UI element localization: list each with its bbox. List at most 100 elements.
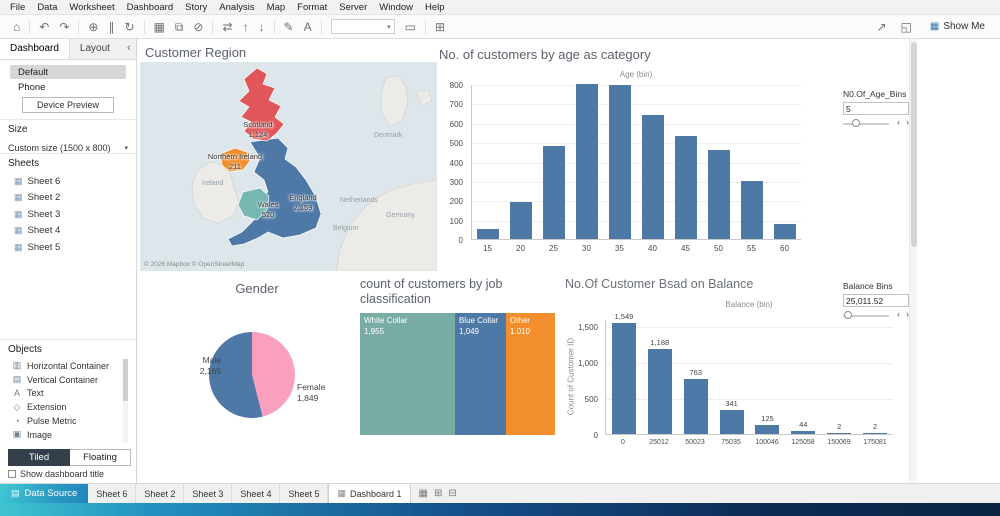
menu-worksheet[interactable]: Worksheet <box>63 2 120 13</box>
new-worksheet-icon[interactable]: ▦ <box>149 21 170 33</box>
show-dashboard-title-checkbox[interactable] <box>8 470 16 478</box>
menu-analysis[interactable]: Analysis <box>213 2 260 13</box>
clear-sheet-icon[interactable]: ⊘ <box>188 21 208 33</box>
device-default[interactable]: Default <box>10 65 126 79</box>
home-icon[interactable]: ⌂ <box>8 21 25 33</box>
age-bar[interactable] <box>707 149 730 239</box>
balance-bar[interactable] <box>827 433 852 434</box>
gender-pie-chart[interactable] <box>209 332 295 418</box>
new-dashboard-tab-icon[interactable]: ⊞ <box>433 488 443 499</box>
fit-dropdown[interactable]: ▾ <box>330 19 395 34</box>
fix-axes-icon[interactable]: ▭ <box>400 21 421 33</box>
treemap-other[interactable]: Other 1,010 <box>505 313 555 435</box>
device-preview-button[interactable]: Device Preview <box>22 97 114 113</box>
slider-decrement-icon[interactable]: ‹ <box>897 309 900 319</box>
tab-sheet-6[interactable]: Sheet 6 <box>88 484 137 503</box>
run-update-icon[interactable]: ↻ <box>119 21 139 33</box>
object-image[interactable]: ▣ Image <box>8 428 128 442</box>
tab-sheet-5[interactable]: Sheet 5 <box>280 484 329 503</box>
object-extension[interactable]: ◇ Extension <box>8 400 128 414</box>
sheet-tab-bar: ▤ Data Source Sheet 6 Sheet 2 Sheet 3 Sheet… <box>0 483 1000 503</box>
tab-sheet-2[interactable]: Sheet 2 <box>136 484 185 503</box>
balance-bar[interactable] <box>791 430 816 434</box>
age-bar[interactable] <box>740 180 763 239</box>
tab-dashboard[interactable]: Dashboard <box>0 39 70 59</box>
objects-scrollbar[interactable] <box>123 359 128 443</box>
highlight-icon[interactable]: ✎ <box>279 21 299 33</box>
sheet-item-label: Sheet 6 <box>27 175 61 187</box>
menu-map[interactable]: Map <box>261 2 291 13</box>
sort-ascending-icon[interactable]: ↑ <box>238 21 254 33</box>
swap-axes-icon[interactable]: ⇄ <box>217 21 237 33</box>
new-worksheet-tab-icon[interactable]: ▦ <box>418 488 429 499</box>
age-bar[interactable] <box>609 84 632 239</box>
age-bar[interactable] <box>510 202 533 239</box>
balance-bar[interactable] <box>647 348 672 434</box>
show-me-button[interactable]: ▦ Show Me <box>923 18 992 35</box>
new-story-tab-icon[interactable]: ⊟ <box>447 488 457 499</box>
show-cards-icon[interactable]: ⊞ <box>430 21 450 33</box>
menu-file[interactable]: File <box>4 2 31 13</box>
vertical-scrollbar[interactable] <box>909 39 917 483</box>
presentation-mode-icon[interactable]: ◱ <box>896 21 917 33</box>
object-pulse-metric[interactable]: ◔ Pulse Metric <box>8 414 128 428</box>
slider-handle[interactable] <box>852 119 860 127</box>
slider-decrement-icon[interactable]: ‹ <box>897 117 900 127</box>
undo-icon[interactable]: ↶ <box>34 21 54 33</box>
slider-handle[interactable] <box>844 311 852 319</box>
menu-help[interactable]: Help <box>419 2 451 13</box>
age-bar[interactable] <box>674 136 697 239</box>
balance-bar[interactable] <box>863 433 888 434</box>
new-data-source-icon[interactable]: ⊕ <box>83 21 103 33</box>
age-bar[interactable] <box>576 84 599 239</box>
bar-slot: 1,188 <box>642 338 678 434</box>
object-text[interactable]: A Text <box>8 387 128 401</box>
object-vertical-container[interactable]: ▤ Vertical Container <box>8 373 128 387</box>
menu-dashboard[interactable]: Dashboard <box>121 2 179 13</box>
age-bar[interactable] <box>543 146 566 239</box>
menu-server[interactable]: Server <box>333 2 373 13</box>
tab-sheet-4[interactable]: Sheet 4 <box>232 484 281 503</box>
age-bins-input[interactable] <box>843 102 909 115</box>
treemap-blue-collar[interactable]: Blue Collar 1,049 <box>454 313 506 435</box>
tab-dashboard-1[interactable]: ▦ Dashboard 1 <box>328 484 411 503</box>
dashboard-icon: ▦ <box>337 488 346 498</box>
bar-slot <box>505 202 538 239</box>
age-bar[interactable] <box>773 224 796 239</box>
balance-bar[interactable] <box>755 425 780 434</box>
menu-window[interactable]: Window <box>373 2 419 13</box>
sort-descending-icon[interactable]: ↓ <box>254 21 270 33</box>
tab-sheet-3[interactable]: Sheet 3 <box>184 484 233 503</box>
age-bar[interactable] <box>477 229 500 239</box>
show-mark-labels-icon[interactable]: A <box>299 21 317 33</box>
share-icon[interactable]: ↗ <box>871 21 891 33</box>
balance-bins-input[interactable] <box>843 294 909 307</box>
bar-value-label: 2 <box>872 422 878 431</box>
sheet-item-sheet-3[interactable]: ▦ Sheet 3 <box>8 206 128 223</box>
menu-format[interactable]: Format <box>291 2 333 13</box>
age-bar[interactable] <box>641 115 664 239</box>
treemap-white-collar[interactable]: White Collar 1,955 <box>360 313 455 435</box>
balance-bins-slider[interactable]: ‹ › <box>843 309 909 322</box>
sheet-item-sheet-5[interactable]: ▦ Sheet 5 <box>8 239 128 256</box>
collapse-pane-icon[interactable]: ‹ <box>120 39 138 59</box>
floating-button[interactable]: Floating <box>70 449 131 466</box>
balance-bar[interactable] <box>611 322 636 434</box>
bar-slot: 44 <box>785 420 821 434</box>
menu-data[interactable]: Data <box>31 2 63 13</box>
sheet-item-sheet-6[interactable]: ▦ Sheet 6 <box>8 173 128 190</box>
age-bins-slider[interactable]: ‹ › <box>843 117 909 130</box>
redo-icon[interactable]: ↷ <box>54 21 74 33</box>
tab-layout[interactable]: Layout <box>70 39 120 59</box>
balance-bar[interactable] <box>719 409 744 434</box>
balance-bar[interactable] <box>683 379 708 434</box>
tiled-button[interactable]: Tiled <box>8 449 70 466</box>
duplicate-icon[interactable]: ⧉ <box>170 21 189 33</box>
menu-story[interactable]: Story <box>179 2 213 13</box>
sheet-item-sheet-4[interactable]: ▦ Sheet 4 <box>8 223 128 240</box>
sheet-item-sheet-2[interactable]: ▦ Sheet 2 <box>8 190 128 207</box>
tab-data-source[interactable]: ▤ Data Source <box>0 484 89 503</box>
device-phone[interactable]: Phone <box>10 80 126 94</box>
pause-updates-icon[interactable]: ∥ <box>103 21 119 33</box>
object-horizontal-container[interactable]: ▥ Horizontal Container <box>8 359 128 373</box>
